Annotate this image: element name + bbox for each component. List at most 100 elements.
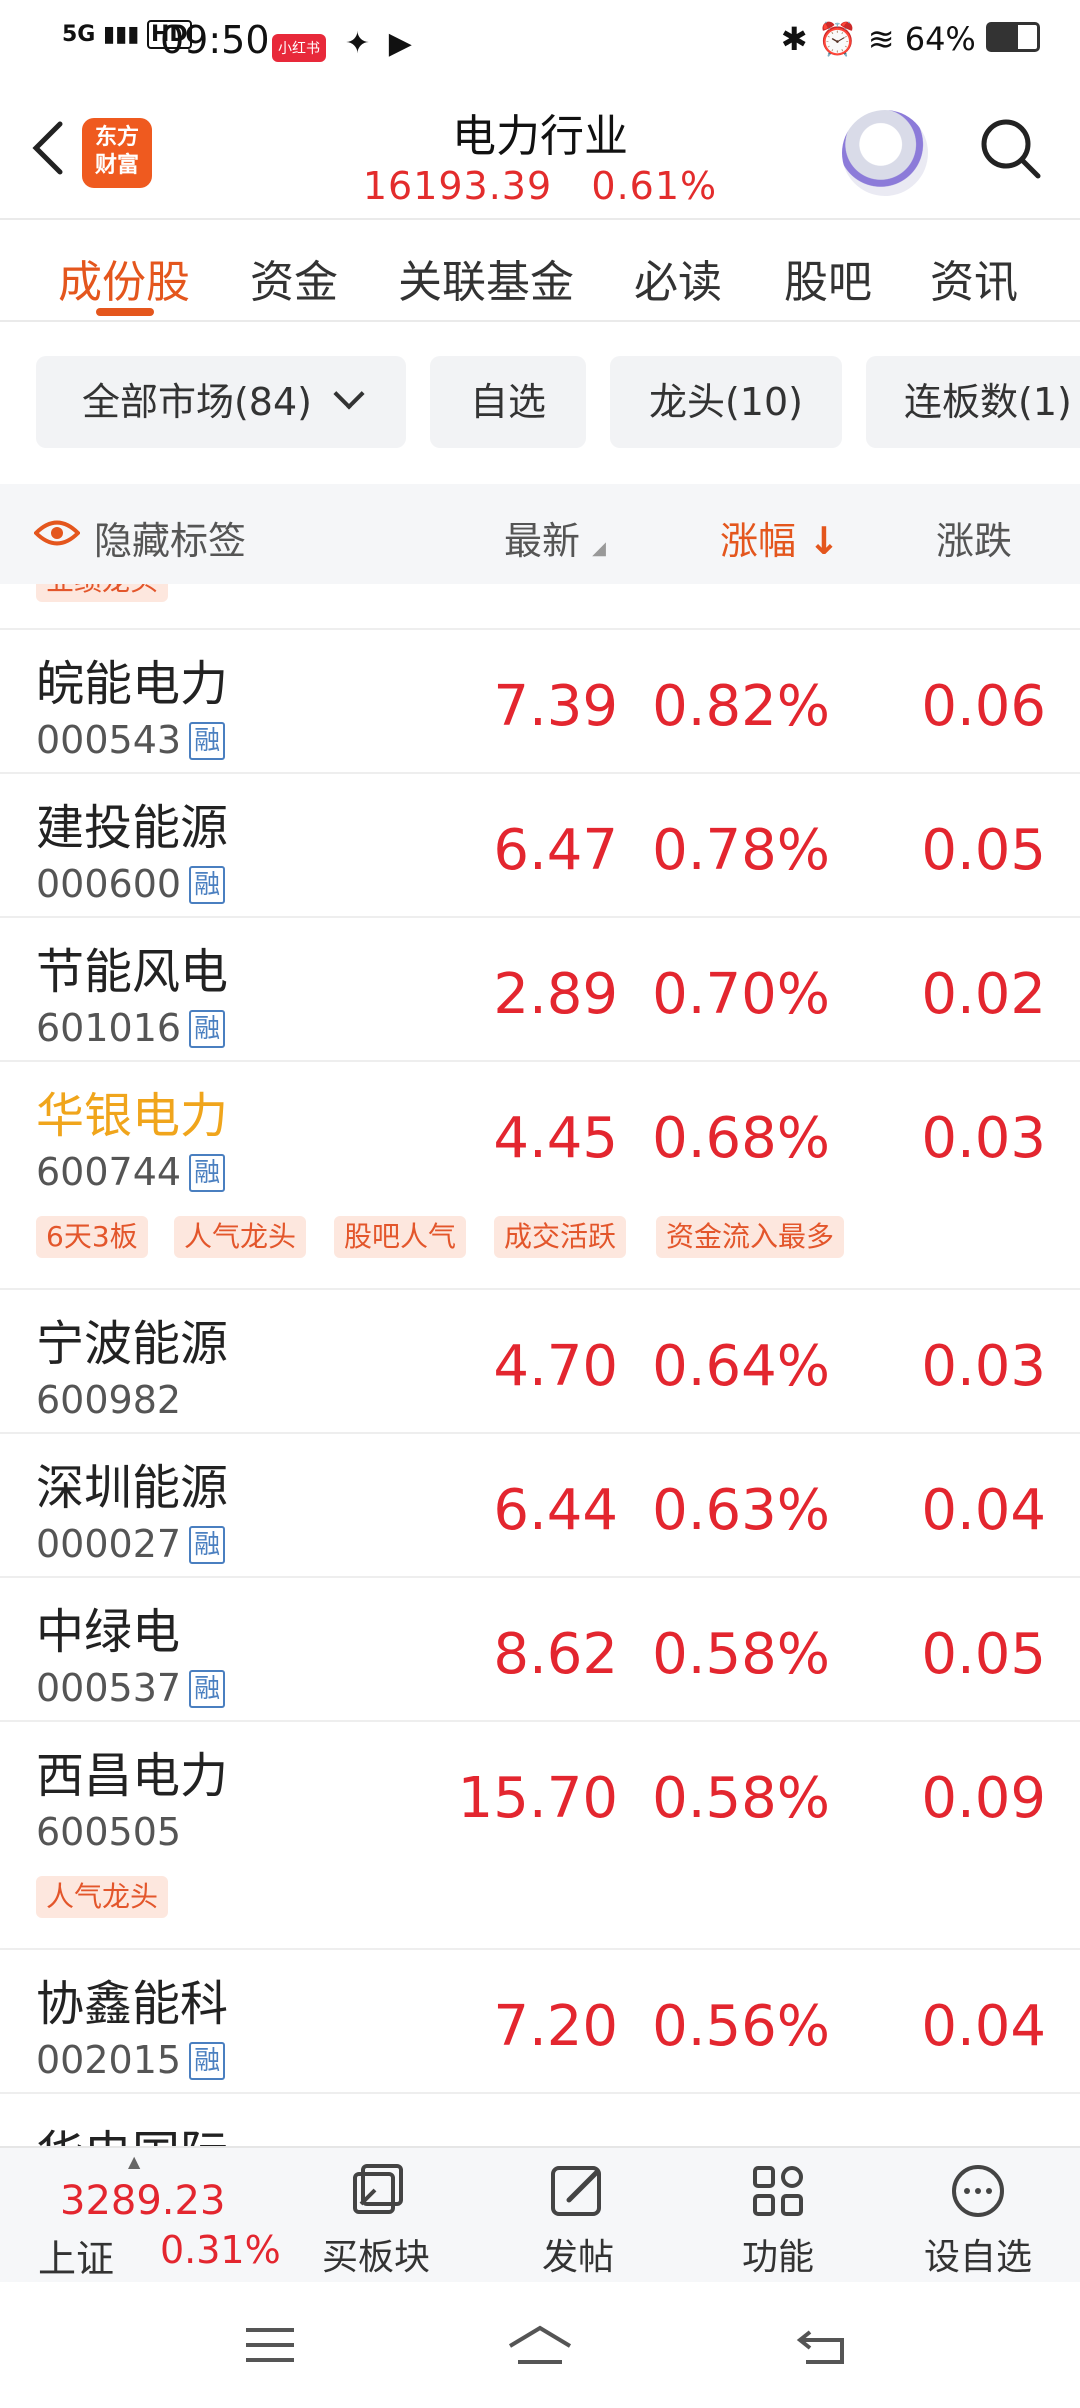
tab-related-funds[interactable]: 关联基金 bbox=[398, 246, 574, 310]
stock-code: 600744 bbox=[36, 1150, 182, 1194]
change-amount: 0.06 bbox=[921, 674, 1046, 739]
stock-row[interactable]: 华电国际 bbox=[0, 2092, 1080, 2146]
stock-row[interactable]: 西昌电力 600505 15.70 0.58% 0.09 人气龙头 bbox=[0, 1720, 1080, 1950]
stock-name: 节能风电 bbox=[36, 944, 229, 1000]
chip-consecutive-limit[interactable]: 连板数(1) bbox=[866, 356, 1080, 448]
buy-sector-label: 买板块 bbox=[321, 2237, 430, 2278]
buy-sector-icon bbox=[353, 2164, 403, 2214]
change-percent: 0.78% bbox=[652, 818, 830, 883]
change-amount: 0.03 bbox=[921, 1334, 1046, 1399]
sector-change: 0.61% bbox=[591, 164, 718, 208]
column-header: 隐藏标签 最新 ◢ 涨幅 ↓ 涨跌 bbox=[0, 484, 1080, 584]
sort-diff[interactable]: 涨跌 bbox=[936, 510, 1012, 565]
buy-sector-button[interactable]: 买板块 bbox=[306, 2160, 446, 2280]
search-icon[interactable] bbox=[978, 116, 1042, 180]
stock-row[interactable]: 中绿电 000537 融 8.62 0.58% 0.05 bbox=[0, 1576, 1080, 1722]
row-tag: 人气龙头 bbox=[36, 1876, 169, 1918]
header: 东方 财富 电力行业 16193.39 0.61% bbox=[0, 80, 1080, 220]
change-amount: 0.04 bbox=[921, 1478, 1046, 1543]
functions-label: 功能 bbox=[741, 2237, 814, 2278]
sort-change[interactable]: 涨幅 ↓ bbox=[720, 510, 840, 565]
back-icon[interactable] bbox=[792, 2320, 852, 2370]
stock-name: 皖能电力 bbox=[36, 656, 229, 712]
chip-watchlist[interactable]: 自选 bbox=[430, 356, 586, 448]
expand-up-icon[interactable]: ▲ bbox=[128, 2152, 140, 2171]
menu-icon[interactable] bbox=[240, 2320, 300, 2370]
change-amount: 0.05 bbox=[921, 1622, 1046, 1687]
change-amount: 0.09 bbox=[921, 1766, 1046, 1831]
row-tag: 业绩龙头 bbox=[36, 584, 169, 602]
add-watchlist-button[interactable]: 设自选 bbox=[908, 2160, 1048, 2280]
stock-name: 中绿电 bbox=[36, 1604, 181, 1660]
stock-name: 深圳能源 bbox=[36, 1460, 229, 1516]
battery-percent: 64% bbox=[904, 20, 976, 58]
latest-price: 15.70 bbox=[457, 1766, 618, 1831]
post-label: 发帖 bbox=[541, 2237, 614, 2278]
eye-icon[interactable] bbox=[34, 518, 80, 548]
change-amount: 0.05 bbox=[921, 818, 1046, 883]
assistant-robot-icon[interactable] bbox=[842, 110, 928, 196]
margin-badge: 融 bbox=[189, 722, 226, 760]
edit-icon bbox=[551, 2166, 601, 2216]
tab-funds[interactable]: 资金 bbox=[250, 246, 338, 310]
stock-code: 000600 bbox=[36, 862, 182, 906]
header-divider bbox=[0, 218, 1080, 220]
stock-code-line: 000543 融 bbox=[36, 718, 226, 762]
stock-row[interactable]: 皖能电力 000543 融 7.39 0.82% 0.06 bbox=[0, 628, 1080, 774]
stock-code-line: 601016 融 bbox=[36, 1006, 226, 1050]
latest-price: 7.20 bbox=[493, 1994, 618, 2059]
index-value[interactable]: 3289.23 bbox=[60, 2178, 225, 2224]
stock-name: 协鑫能科 bbox=[36, 1976, 229, 2032]
stock-row[interactable]: 建投能源 000600 融 6.47 0.78% 0.05 bbox=[0, 772, 1080, 918]
stock-name: 西昌电力 bbox=[36, 1748, 229, 1804]
latest-price: 4.70 bbox=[493, 1334, 618, 1399]
stock-name: 建投能源 bbox=[36, 800, 229, 856]
tab-components[interactable]: 成份股 bbox=[58, 246, 190, 310]
app-notification-icons: 小红书 ✦ ▶ bbox=[272, 22, 412, 62]
system-nav-bar bbox=[0, 2282, 1080, 2408]
margin-badge: 融 bbox=[189, 1010, 226, 1048]
stock-row[interactable]: 协鑫能科 002015 融 7.20 0.56% 0.04 bbox=[0, 1948, 1080, 2094]
change-percent: 0.70% bbox=[652, 962, 830, 1027]
change-percent: 0.64% bbox=[652, 1334, 830, 1399]
chevron-down-icon bbox=[333, 378, 365, 410]
change-percent: 0.56% bbox=[652, 1994, 830, 2059]
stock-code: 000027 bbox=[36, 1522, 182, 1566]
stock-code-line: 002015 融 bbox=[36, 2038, 226, 2082]
stock-code: 601016 bbox=[36, 1006, 182, 1050]
active-tab-indicator bbox=[96, 308, 154, 316]
tab-must-read[interactable]: 必读 bbox=[634, 246, 722, 310]
more-icon bbox=[952, 2165, 1004, 2217]
chip-leaders[interactable]: 龙头(10) bbox=[610, 356, 842, 448]
change-percent: 0.68% bbox=[652, 1106, 830, 1171]
add-watchlist-label: 设自选 bbox=[923, 2237, 1032, 2278]
post-button[interactable]: 发帖 bbox=[508, 2160, 648, 2280]
stock-row[interactable]: 华银电力 600744 融 4.45 0.68% 0.03 6天3板 人气龙头 股… bbox=[0, 1060, 1080, 1290]
change-amount: 0.04 bbox=[921, 1994, 1046, 2059]
latest-price: 6.47 bbox=[493, 818, 618, 883]
row-tag: 股吧人气 bbox=[334, 1216, 467, 1258]
home-icon[interactable] bbox=[504, 2320, 576, 2370]
stock-row[interactable]: 宁波能源 600982 4.70 0.64% 0.03 bbox=[0, 1288, 1080, 1434]
latest-price: 6.44 bbox=[493, 1478, 618, 1543]
hide-tags-toggle[interactable]: 隐藏标签 bbox=[94, 510, 246, 565]
row-tag: 成交活跃 bbox=[494, 1216, 627, 1258]
tab-news[interactable]: 资讯 bbox=[930, 246, 1018, 310]
margin-badge: 融 bbox=[189, 1670, 226, 1708]
stock-row[interactable]: 节能风电 601016 融 2.89 0.70% 0.02 bbox=[0, 916, 1080, 1062]
sort-indicator-icon: ◢ bbox=[592, 538, 606, 559]
latest-price: 4.45 bbox=[493, 1106, 618, 1171]
tabs-divider bbox=[0, 320, 1080, 322]
tab-forum[interactable]: 股吧 bbox=[784, 246, 872, 310]
latest-label: 最新 bbox=[504, 519, 581, 563]
stock-row[interactable]: 深圳能源 000027 融 6.44 0.63% 0.04 bbox=[0, 1432, 1080, 1578]
index-change: 0.31% bbox=[160, 2228, 281, 2272]
market-filter-dropdown[interactable]: 全部市场(84) bbox=[36, 356, 406, 448]
functions-button[interactable]: 功能 bbox=[708, 2160, 848, 2280]
stock-name: 华银电力 bbox=[36, 1088, 229, 1144]
market-filter-label: 全部市场(84) bbox=[81, 380, 312, 424]
stock-code-line: 000027 融 bbox=[36, 1522, 226, 1566]
status-right: ✱ ⏰ ≋ 64% bbox=[781, 20, 1040, 58]
sort-latest[interactable]: 最新 ◢ bbox=[504, 510, 606, 565]
bottom-toolbar: ▲ 3289.23 上证 0.31% 买板块 发帖 功能 设自选 bbox=[0, 2146, 1080, 2282]
